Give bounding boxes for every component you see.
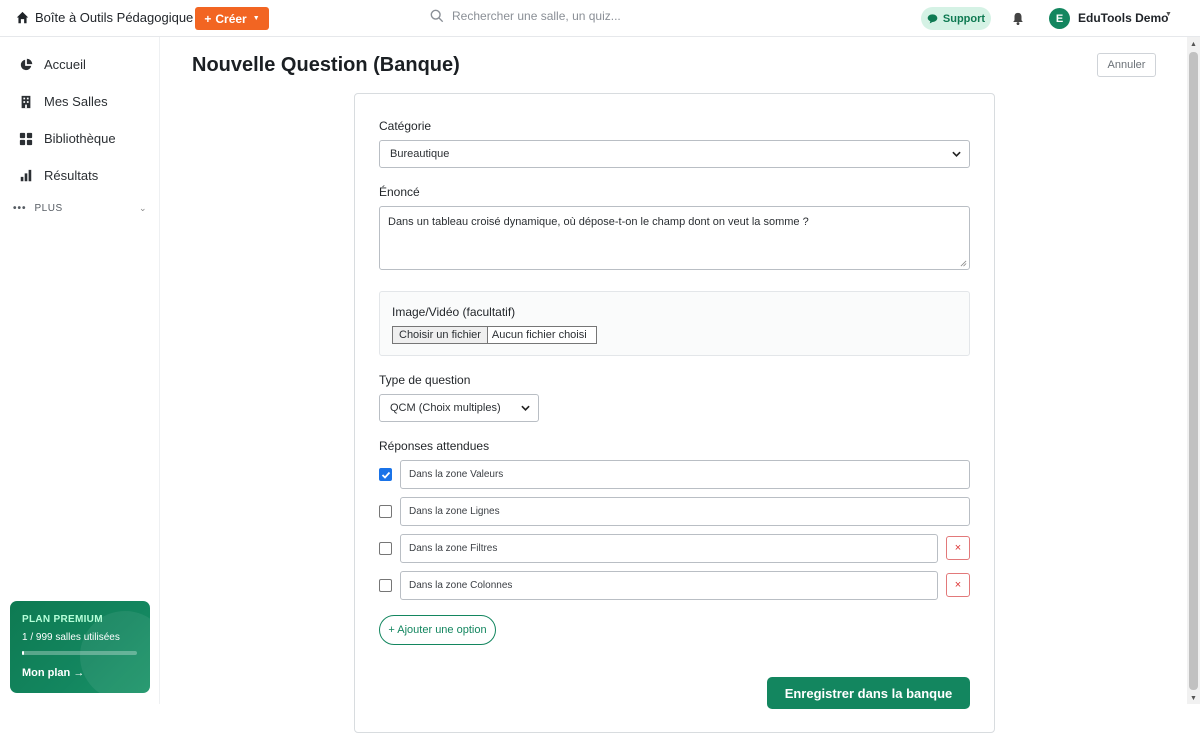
- plus-icon: +: [204, 11, 212, 26]
- add-option-button[interactable]: + Ajouter une option: [379, 615, 496, 645]
- answer-option-text: Dans la zone Valeurs: [409, 469, 504, 480]
- sidebar-item-label: Bibliothèque: [44, 131, 116, 146]
- answer-option-row: Dans la zone Colonnes ×: [379, 571, 970, 600]
- check-icon: [381, 471, 391, 479]
- create-button[interactable]: + Créer ▼: [195, 7, 269, 30]
- my-plan-link[interactable]: Mon plan →: [22, 667, 84, 679]
- user-name[interactable]: EduTools Demo: [1078, 11, 1168, 25]
- answer-option-text: Dans la zone Colonnes: [409, 580, 513, 591]
- answer-option-input[interactable]: Dans la zone Lignes: [400, 497, 970, 526]
- category-value: Bureautique: [390, 148, 450, 160]
- top-bar: Boîte à Outils Pédagogique + Créer ▼ Rec…: [0, 0, 1200, 37]
- bell-icon[interactable]: [1011, 11, 1025, 26]
- support-button[interactable]: Support: [921, 7, 991, 30]
- plan-title: PLAN PREMIUM: [22, 614, 103, 625]
- scroll-down-icon[interactable]: ▼: [1190, 695, 1197, 702]
- question-type-label: Type de question: [379, 373, 471, 387]
- plan-usage: 1 / 999 salles utilisées: [22, 632, 120, 643]
- answer-option-text: Dans la zone Lignes: [409, 506, 500, 517]
- answers-label: Réponses attendues: [379, 439, 490, 453]
- chevron-down-icon: ⌄: [138, 203, 147, 213]
- answer-option-input[interactable]: Dans la zone Filtres: [400, 534, 938, 563]
- avatar[interactable]: E: [1049, 8, 1070, 29]
- brand-title: Boîte à Outils Pédagogique: [35, 10, 194, 25]
- answer-option-input[interactable]: Dans la zone Valeurs: [400, 460, 970, 489]
- scroll-up-icon[interactable]: ▲: [1190, 41, 1197, 48]
- pie-chart-icon: [20, 58, 33, 70]
- cancel-button[interactable]: Annuler: [1097, 53, 1156, 77]
- sidebar-item-label: Mes Salles: [44, 94, 108, 109]
- question-type-select[interactable]: QCM (Choix multiples): [379, 394, 539, 422]
- sidebar-item-label: Résultats: [44, 168, 99, 183]
- media-label: Image/Vidéo (facultatif): [392, 305, 516, 319]
- chevron-down-icon: [521, 405, 530, 411]
- answer-option-row: Dans la zone Lignes: [379, 497, 970, 526]
- bar-chart-icon: [20, 169, 32, 181]
- answer-option-input[interactable]: Dans la zone Colonnes: [400, 571, 938, 600]
- caret-down-icon: ▼: [252, 15, 260, 22]
- sidebar-item-resultats[interactable]: Résultats: [19, 168, 98, 183]
- question-type-value: QCM (Choix multiples): [390, 402, 501, 414]
- plan-usage-bar: [22, 651, 137, 655]
- scrollbar-thumb[interactable]: [1189, 52, 1198, 690]
- building-icon: [21, 95, 31, 108]
- search-input[interactable]: Rechercher une salle, un quiz...: [430, 9, 621, 23]
- more-dots-icon: •••: [13, 203, 27, 214]
- statement-value: Dans un tableau croisé dynamique, où dép…: [388, 216, 809, 228]
- sidebar-item-bibliotheque[interactable]: Bibliothèque: [19, 131, 116, 146]
- sidebar-item-accueil[interactable]: Accueil: [19, 57, 86, 72]
- support-label: Support: [942, 12, 986, 25]
- statement-label: Énoncé: [379, 185, 420, 199]
- file-input[interactable]: Choisir un fichier Aucun fichier choisi: [392, 326, 597, 344]
- chat-icon: [927, 14, 938, 24]
- correct-answer-checkbox[interactable]: [379, 505, 392, 518]
- delete-option-button[interactable]: ×: [946, 536, 970, 560]
- caret-down-icon[interactable]: ▼: [1165, 11, 1172, 18]
- search-icon: [430, 9, 444, 23]
- choose-file-button[interactable]: Choisir un fichier: [393, 327, 488, 343]
- create-label: Créer: [215, 11, 247, 26]
- answer-option-row: Dans la zone Filtres ×: [379, 534, 970, 563]
- correct-answer-checkbox[interactable]: [379, 468, 392, 481]
- save-to-bank-button[interactable]: Enregistrer dans la banque: [767, 677, 970, 709]
- resize-grip-icon[interactable]: [960, 260, 967, 267]
- sidebar-item-label: Accueil: [44, 57, 86, 72]
- sidebar: Accueil Mes Salles Bibliothèque Résultat…: [0, 37, 160, 704]
- correct-answer-checkbox[interactable]: [379, 579, 392, 592]
- plan-card: PLAN PREMIUM 1 / 999 salles utilisées Mo…: [10, 601, 150, 693]
- delete-option-button[interactable]: ×: [946, 573, 970, 597]
- category-select[interactable]: Bureautique: [379, 140, 970, 168]
- media-upload-box: Image/Vidéo (facultatif) Choisir un fich…: [379, 291, 970, 356]
- grid-icon: [19, 132, 33, 145]
- answer-option-text: Dans la zone Filtres: [409, 543, 498, 554]
- brand-link[interactable]: Boîte à Outils Pédagogique: [16, 10, 193, 25]
- page-title: Nouvelle Question (Banque): [192, 54, 460, 76]
- sidebar-item-mes-salles[interactable]: Mes Salles: [19, 94, 108, 109]
- category-label: Catégorie: [379, 119, 432, 133]
- close-icon: ×: [954, 542, 962, 554]
- more-label: PLUS: [34, 203, 63, 214]
- statement-textarea[interactable]: Dans un tableau croisé dynamique, où dép…: [379, 206, 970, 270]
- correct-answer-checkbox[interactable]: [379, 542, 392, 555]
- close-icon: ×: [954, 579, 962, 591]
- chevron-down-icon: [952, 151, 961, 157]
- search-placeholder: Rechercher une salle, un quiz...: [452, 9, 621, 23]
- sidebar-more-toggle[interactable]: ••• PLUS ⌄: [13, 203, 147, 214]
- page-scrollbar[interactable]: ▲ ▼: [1187, 37, 1200, 704]
- home-icon: [16, 11, 29, 24]
- answer-option-row: Dans la zone Valeurs: [379, 460, 970, 489]
- question-form: Catégorie Bureautique Énoncé Dans un tab…: [354, 93, 995, 733]
- plan-usage-fill: [22, 651, 25, 655]
- file-status: Aucun fichier choisi: [491, 329, 587, 341]
